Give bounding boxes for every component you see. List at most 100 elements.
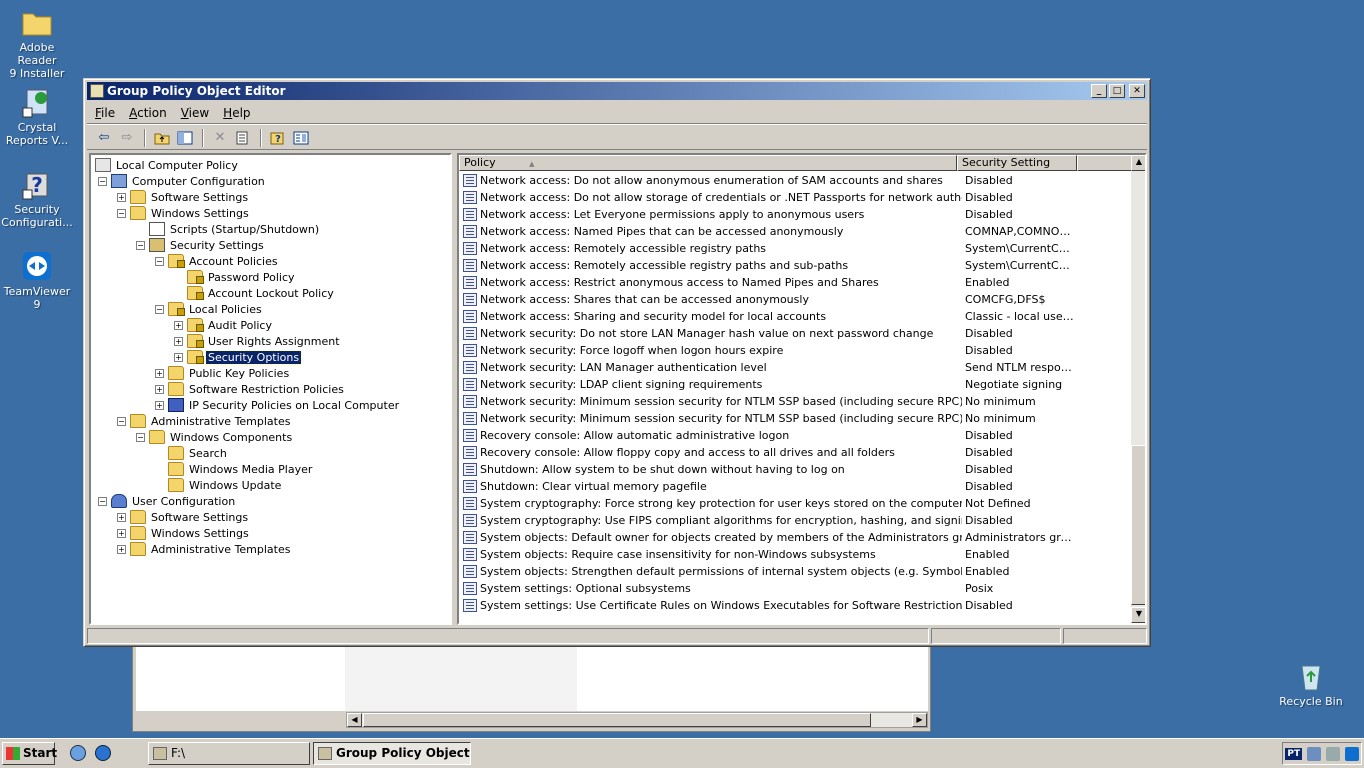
- expand-icon[interactable]: +: [174, 320, 183, 330]
- teamviewer-tray-icon[interactable]: [1344, 746, 1359, 761]
- tree-node[interactable]: Scripts (Startup/Shutdown): [136, 221, 321, 237]
- collapse-icon[interactable]: −: [98, 176, 107, 186]
- back-icon[interactable]: ⇦: [93, 128, 115, 148]
- tree-node[interactable]: − User Configuration: [98, 493, 237, 509]
- policy-row[interactable]: Network security: Do not store LAN Manag…: [459, 325, 1131, 342]
- collapse-icon[interactable]: −: [98, 496, 107, 506]
- scroll-up-button[interactable]: ▲: [1131, 155, 1145, 171]
- taskbar-item-gpedit[interactable]: Group Policy Object E...: [313, 742, 471, 765]
- scroll-down-button[interactable]: ▼: [1131, 607, 1145, 623]
- properties-icon[interactable]: [290, 128, 312, 148]
- collapse-icon[interactable]: −: [136, 432, 145, 442]
- tree-node[interactable]: Password Policy: [174, 269, 297, 285]
- tree-node[interactable]: − Administrative Templates: [117, 413, 293, 429]
- tree-node[interactable]: + Audit Policy: [174, 317, 274, 333]
- menu-help[interactable]: Help: [223, 106, 250, 120]
- policy-row[interactable]: Shutdown: Allow system to be shut down w…: [459, 461, 1131, 478]
- policy-row[interactable]: Recovery console: Allow automatic admini…: [459, 427, 1131, 444]
- menu-action[interactable]: Action: [129, 106, 167, 120]
- policy-row[interactable]: Network security: Minimum session securi…: [459, 410, 1131, 427]
- export-list-icon[interactable]: [232, 128, 254, 148]
- internet-explorer-icon[interactable]: [95, 745, 111, 761]
- policy-row[interactable]: Network access: Do not allow storage of …: [459, 189, 1131, 206]
- console-tree[interactable]: Local Computer Policy − Computer Configura…: [89, 153, 452, 625]
- policy-row[interactable]: Network security: LAN Manager authentica…: [459, 359, 1131, 376]
- expand-icon[interactable]: +: [117, 512, 126, 522]
- delete-icon[interactable]: ✕: [209, 128, 231, 148]
- explorer-horizontal-scrollbar[interactable]: ◀ ▶: [346, 712, 928, 728]
- tree-node[interactable]: − Account Policies: [155, 253, 280, 269]
- policy-row[interactable]: Network access: Let Everyone permissions…: [459, 206, 1131, 223]
- policy-row[interactable]: Network access: Shares that can be acces…: [459, 291, 1131, 308]
- policy-row[interactable]: Network access: Remotely accessible regi…: [459, 240, 1131, 257]
- start-button[interactable]: Start: [2, 742, 57, 765]
- forward-icon[interactable]: ⇨: [116, 128, 138, 148]
- title-bar[interactable]: Group Policy Object Editor _ □ ✕: [87, 82, 1147, 100]
- vertical-scrollbar[interactable]: ▲ ▼: [1131, 155, 1145, 623]
- policy-row[interactable]: System settings: Use Certificate Rules o…: [459, 597, 1131, 614]
- policy-row[interactable]: Network access: Sharing and security mod…: [459, 308, 1131, 325]
- scroll-left-button[interactable]: ◀: [347, 713, 362, 727]
- tree-node[interactable]: + User Rights Assignment: [174, 333, 342, 349]
- tree-node[interactable]: + Windows Settings: [117, 525, 251, 541]
- tree-node[interactable]: − Windows Settings: [117, 205, 251, 221]
- policy-row[interactable]: Network access: Restrict anonymous acces…: [459, 274, 1131, 291]
- expand-icon[interactable]: +: [117, 192, 126, 202]
- expand-icon[interactable]: +: [117, 544, 126, 554]
- tree-node[interactable]: − Computer Configuration: [98, 173, 267, 189]
- desktop-icon-adobe-reader[interactable]: Adobe Reader 9 Installer: [0, 6, 74, 80]
- menu-view[interactable]: View: [181, 106, 209, 120]
- tree-node[interactable]: + Software Settings: [117, 189, 250, 205]
- expand-icon[interactable]: +: [117, 528, 126, 538]
- collapse-icon[interactable]: −: [155, 256, 164, 266]
- expand-icon[interactable]: +: [174, 352, 183, 362]
- scroll-right-button[interactable]: ▶: [912, 713, 927, 727]
- policy-row[interactable]: System cryptography: Force strong key pr…: [459, 495, 1131, 512]
- policy-row[interactable]: Network access: Remotely accessible regi…: [459, 257, 1131, 274]
- help-icon[interactable]: ?: [267, 128, 289, 148]
- column-header-security-setting[interactable]: Security Setting: [957, 155, 1077, 171]
- collapse-icon[interactable]: −: [117, 416, 126, 426]
- policy-row[interactable]: Network access: Named Pipes that can be …: [459, 223, 1131, 240]
- desktop-icon-security-config[interactable]: ? Security Configurati...: [0, 168, 74, 229]
- network-icon[interactable]: [1306, 746, 1321, 761]
- tree-node[interactable]: + Software Restriction Policies: [155, 381, 346, 397]
- tree-node[interactable]: Windows Media Player: [155, 461, 314, 477]
- policy-row[interactable]: Network security: LDAP client signing re…: [459, 376, 1131, 393]
- tree-node[interactable]: + IP Security Policies on Local Computer: [155, 397, 401, 413]
- taskbar-item-explorer[interactable]: F:\: [148, 742, 310, 765]
- policy-row[interactable]: Network security: Force logoff when logo…: [459, 342, 1131, 359]
- policy-list[interactable]: Policy ▲ Security Setting Network access…: [457, 153, 1147, 625]
- close-button[interactable]: ✕: [1129, 84, 1145, 98]
- collapse-icon[interactable]: −: [136, 240, 145, 250]
- tree-node[interactable]: − Security Settings: [136, 237, 266, 253]
- show-desktop-icon[interactable]: [70, 745, 86, 761]
- policy-row[interactable]: Shutdown: Clear virtual memory pagefile D…: [459, 478, 1131, 495]
- tree-node[interactable]: + Administrative Templates: [117, 541, 293, 557]
- policy-row[interactable]: Network access: Do not allow anonymous e…: [459, 172, 1131, 189]
- menu-file[interactable]: File: [95, 106, 115, 120]
- minimize-button[interactable]: _: [1091, 84, 1107, 98]
- expand-icon[interactable]: +: [174, 336, 183, 346]
- tree-node[interactable]: + Public Key Policies: [155, 365, 291, 381]
- column-header-policy[interactable]: Policy ▲: [459, 155, 957, 171]
- policy-row[interactable]: System objects: Strengthen default permi…: [459, 563, 1131, 580]
- policy-row[interactable]: System cryptography: Use FIPS compliant …: [459, 512, 1131, 529]
- policy-row[interactable]: Network security: Minimum session securi…: [459, 393, 1131, 410]
- expand-icon[interactable]: +: [155, 384, 164, 394]
- scroll-thumb[interactable]: [363, 713, 871, 727]
- tree-node[interactable]: Local Computer Policy: [95, 157, 240, 173]
- language-indicator[interactable]: PT: [1285, 747, 1303, 760]
- policy-row[interactable]: System settings: Optional subsystems Posi…: [459, 580, 1131, 597]
- tree-node[interactable]: + Security Options: [174, 349, 303, 365]
- show-hide-tree-icon[interactable]: [174, 128, 196, 148]
- maximize-button[interactable]: □: [1109, 84, 1125, 98]
- expand-icon[interactable]: +: [155, 400, 164, 410]
- desktop-icon-recycle-bin[interactable]: Recycle Bin: [1274, 660, 1348, 708]
- collapse-icon[interactable]: −: [117, 208, 126, 218]
- tree-node[interactable]: Search: [155, 445, 229, 461]
- tree-node[interactable]: Account Lockout Policy: [174, 285, 336, 301]
- policy-row[interactable]: System objects: Require case insensitivi…: [459, 546, 1131, 563]
- tree-node[interactable]: Windows Update: [155, 477, 283, 493]
- policy-row[interactable]: System objects: Default owner for object…: [459, 529, 1131, 546]
